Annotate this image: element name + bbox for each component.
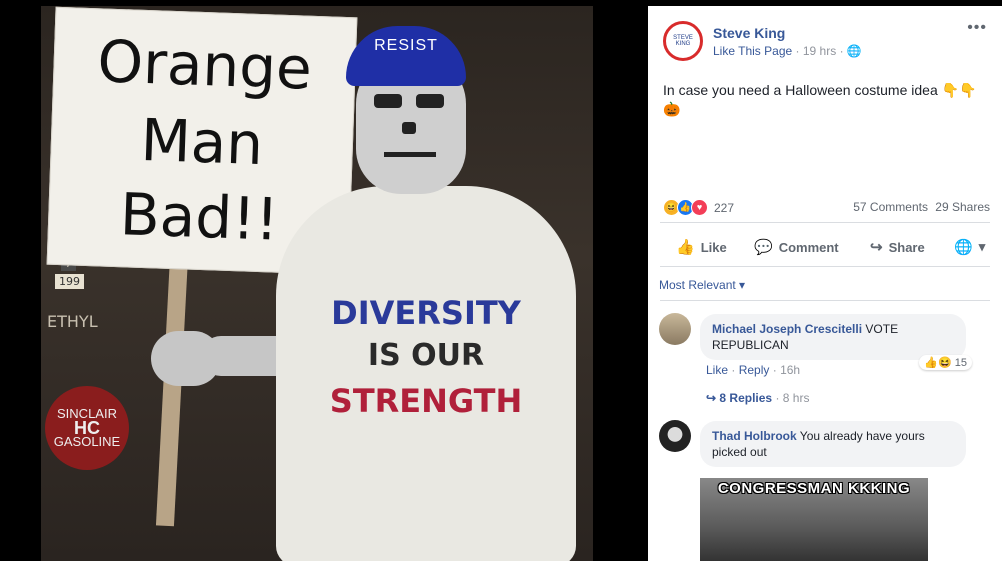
gif-caption: CONGRESSMAN KKKING [717,480,911,497]
photo-viewer: ETHYL 7 199 SINCLAIR HC GASOLINE Orange … [0,0,648,561]
sign-line-2: Man [139,105,265,179]
comment-bubble: Michael Joseph Crescitelli VOTE REPUBLIC… [700,314,966,360]
globe-icon: 🌐 [846,44,862,58]
share-label: Share [888,239,925,255]
ethyl-sign: ETHYL [47,312,98,331]
eye-paint-right [416,94,444,108]
post-meta: Like This Page · 19 hrs · 🌐 [713,44,862,58]
reactions-summary[interactable]: 😆 👍 ♥ 227 [663,199,734,216]
page-avatar[interactable]: STEVE KING [663,21,703,61]
reaction-count: 227 [714,200,735,215]
shirt-line-1: DIVERSITY [331,294,521,332]
sort-label: Most Relevant [659,278,736,292]
divider [660,222,990,223]
comments-count[interactable]: 57 Comments [853,200,928,214]
profile-globe-icon: 🌐 [954,239,973,256]
eye-paint-left [374,94,402,108]
post-body: In case you need a Halloween costume ide… [663,81,993,119]
shirt-line-3: STRENGTH [329,382,523,420]
comment-gif[interactable]: CONGRESSMAN KKKING [700,478,928,561]
comment-button[interactable]: 💬 Comment [754,238,839,256]
post-text: In case you need a Halloween costume ide… [663,82,938,98]
comment-time[interactable]: 16h [780,363,800,377]
like-reaction-icon: 👍 [924,357,938,369]
commenter-avatar[interactable] [659,420,691,452]
share-button[interactable]: ↪ Share [870,238,925,256]
comment-author[interactable]: Michael Joseph Crescitelli [712,322,862,336]
page-avatar-text: STEVE KING [673,35,693,47]
replies-time: 8 hrs [782,391,810,405]
post-side-panel: STEVE KING Steve King Like This Page · 1… [648,6,1002,561]
comment-bubble: Thad Holbrook You already have yours pic… [700,421,966,467]
comment-reply-link[interactable]: Reply [739,363,770,377]
pumpkin-emoji: 🎃 [663,101,681,117]
person-torso [276,186,576,561]
like-button[interactable]: 👍 Like [676,238,727,256]
post-time[interactable]: 19 hrs [803,44,836,58]
like-label: Like [700,239,727,255]
replies-count: 8 Replies [719,391,773,405]
thumbs-up-icon: 👍 [676,239,695,256]
divider [660,266,990,267]
pump-price: 199 [55,274,84,289]
pointing-down-emoji: 👇 [941,82,960,98]
badge-line-3: GASOLINE [53,434,121,449]
resist-cap: RESIST [346,26,466,86]
view-replies-link[interactable]: ↪ 8 Replies · 8 hrs [706,391,809,405]
sign-line-1: Orange [96,27,313,103]
haha-reaction-icon: 😆 [937,357,952,369]
love-reaction-icon: ♥ [691,199,708,216]
sign-stick [155,255,189,527]
comment-author[interactable]: Thad Holbrook [712,429,797,443]
comment-reactions[interactable]: 👍😆 15 [919,355,972,370]
nose-paint [402,122,416,134]
more-options-icon[interactable]: ••• [967,19,987,37]
pointing-down-emoji: 👇 [959,82,977,98]
shares-count[interactable]: 29 Shares [935,200,990,214]
comment-reaction-count: 15 [954,357,967,369]
share-icon: ↪ [870,239,883,256]
caret-down-icon: ▾ [739,278,746,292]
post-as-selector[interactable]: 🌐 ▾ [954,238,985,256]
comment-sort-dropdown[interactable]: Most Relevant ▾ [659,278,745,292]
like-page-link[interactable]: Like This Page [713,44,792,58]
mouth-paint [384,152,436,157]
comment-label: Comment [778,239,839,255]
page-name-link[interactable]: Steve King [713,25,785,41]
comment-like-link[interactable]: Like [706,363,728,377]
chevron-down-icon: ▾ [978,239,986,254]
engagement-counts: 57 Comments 29 Shares [853,200,990,214]
comment-icon: 💬 [754,239,773,256]
reply-arrow-icon: ↪ [706,391,717,405]
sinclair-badge: SINCLAIR HC GASOLINE [45,386,129,470]
badge-line-2: HC [74,418,100,438]
comment-actions: Like · Reply · 16h [706,363,801,377]
divider [660,300,990,301]
commenter-avatar[interactable] [659,313,691,345]
shirt-line-2: IS OUR [367,338,485,373]
post-photo[interactable]: ETHYL 7 199 SINCLAIR HC GASOLINE Orange … [41,6,593,561]
